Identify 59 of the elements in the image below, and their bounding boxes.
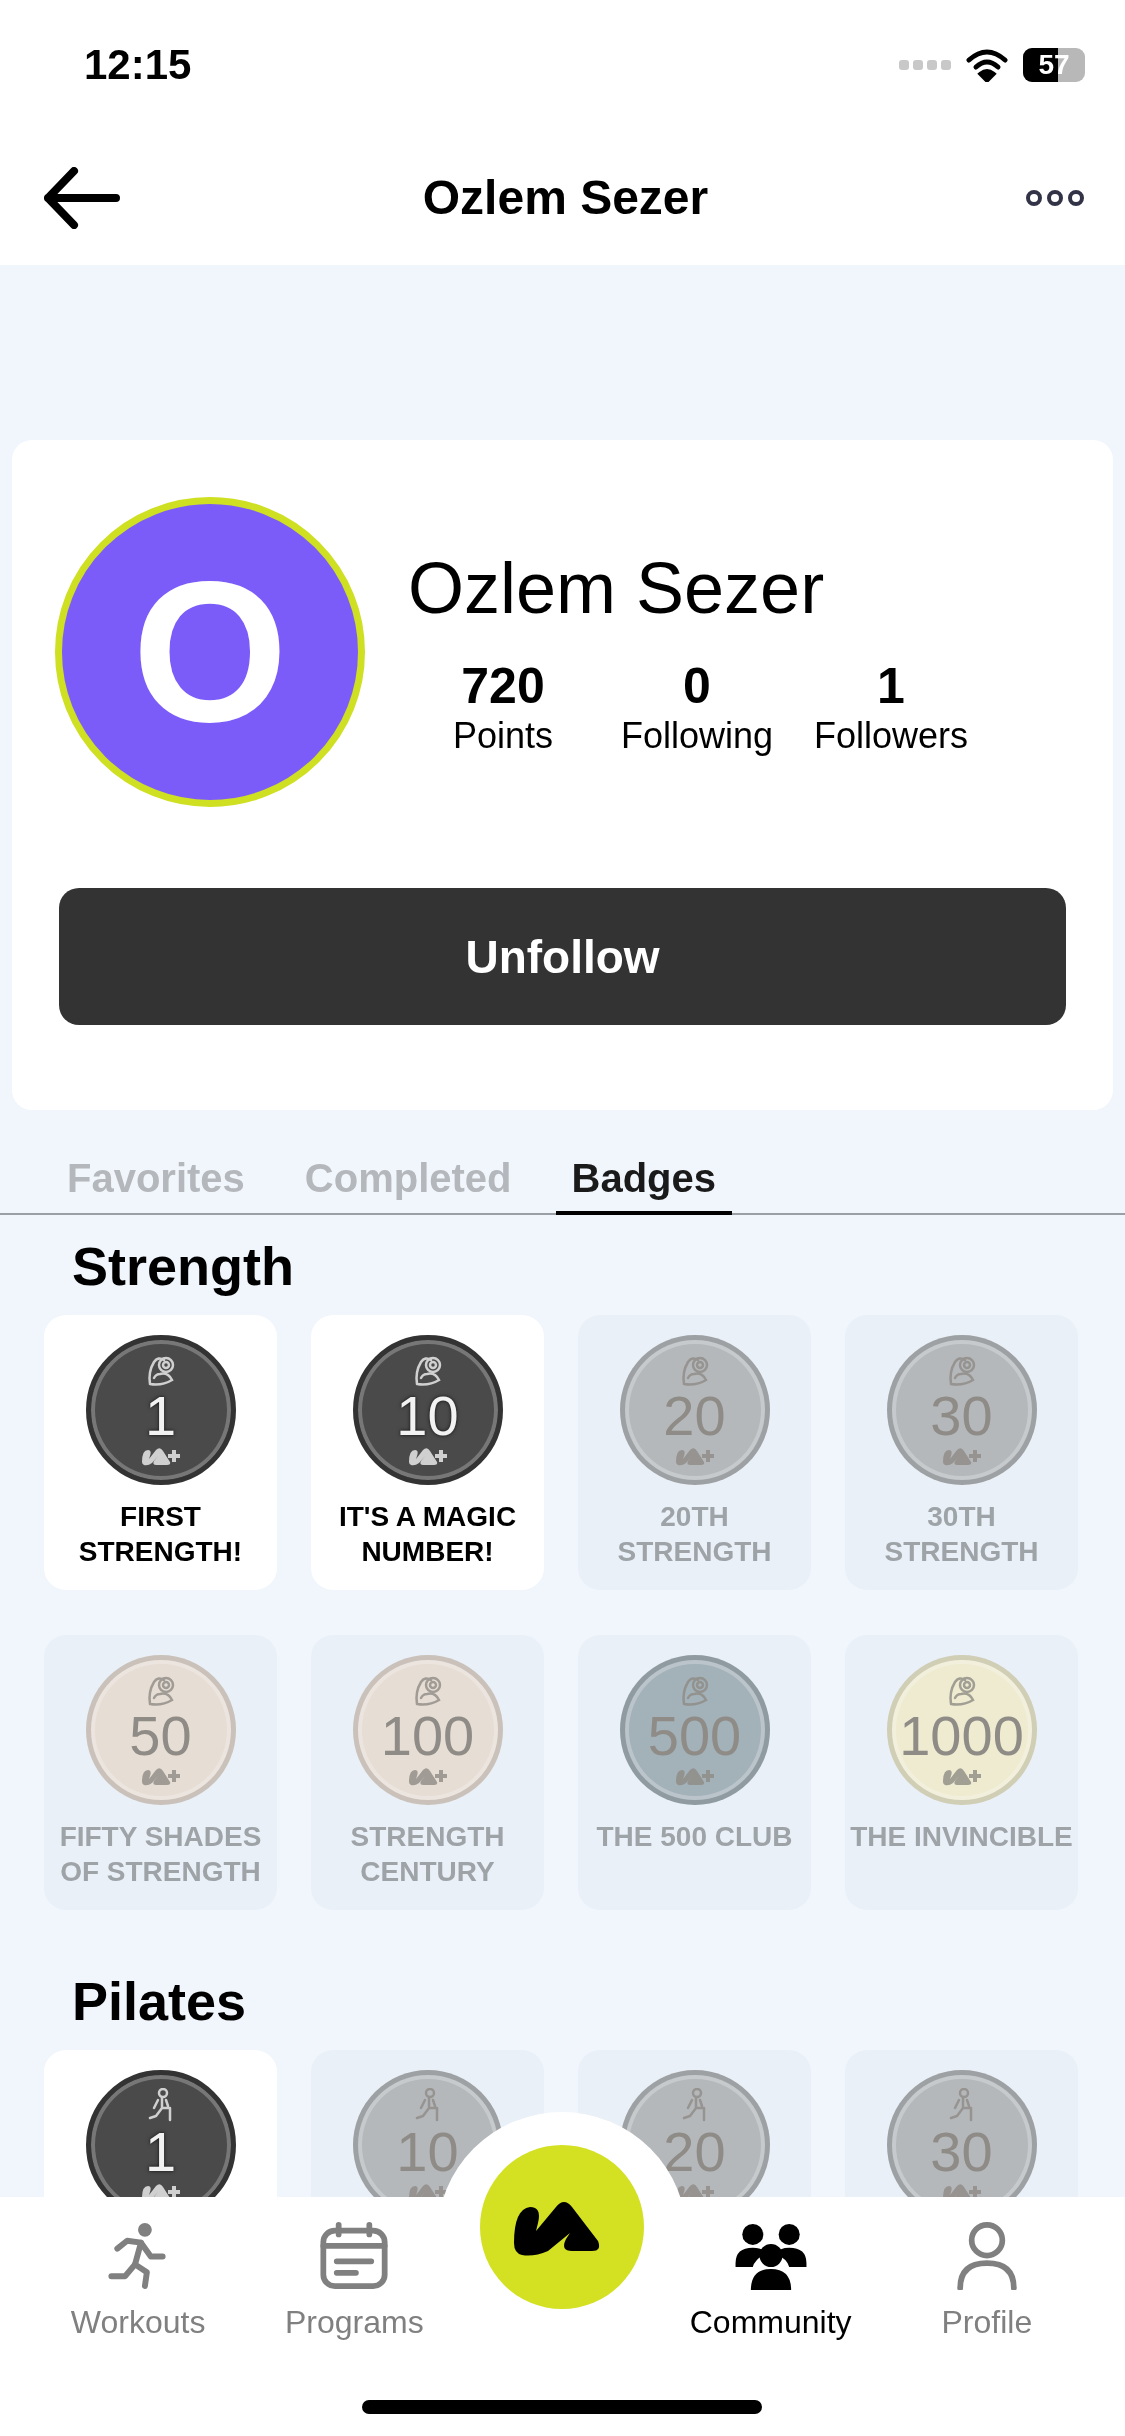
logo-icon (139, 2182, 182, 2197)
stat-value: 0 (683, 657, 711, 715)
nav-tab[interactable]: Programs (246, 2221, 463, 2341)
lunge-icon (147, 2088, 174, 2124)
logo-icon (940, 1766, 983, 1786)
stat-value: 1 (877, 657, 905, 715)
unfollow-button[interactable]: Unfollow (59, 888, 1066, 1025)
badge-number: 1 (144, 2124, 177, 2180)
logo-icon (406, 1766, 449, 1786)
more-button[interactable] (1025, 188, 1085, 207)
logo-icon (139, 1446, 182, 1466)
badge-card[interactable]: 1 (44, 2050, 277, 2197)
lunge-icon (681, 2088, 708, 2124)
page-title: Ozlem Sezer (421, 170, 710, 225)
back-button[interactable] (44, 166, 120, 229)
calendar-icon (318, 2221, 391, 2290)
badge-card[interactable]: 1 FIRST STRENGTH! (44, 1315, 277, 1590)
logo-icon (406, 1446, 449, 1466)
tab[interactable]: Favorites (51, 1150, 261, 1215)
badge-number: 1000 (899, 1708, 1024, 1764)
wifi-icon (965, 48, 1009, 82)
lunge-icon (948, 2088, 975, 2124)
tab[interactable]: Completed (288, 1150, 528, 1215)
status-time: 12:15 (84, 41, 192, 89)
section-title: Strength (71, 1235, 295, 1298)
badge-card[interactable]: 50 FIFTY SHADES OF STRENGTH (44, 1635, 277, 1910)
logo-icon (139, 1766, 182, 1786)
badge-label: FIFTY SHADES OF STRENGTH (58, 1820, 263, 1889)
badge-number: 50 (129, 1708, 192, 1764)
nav-tab[interactable]: Profile (878, 2221, 1095, 2341)
badge-label: THE INVINCIBLE (849, 1820, 1074, 1854)
nav-tab[interactable]: Community (662, 2221, 879, 2341)
logo-icon (940, 1446, 983, 1466)
stat-label: Points (452, 715, 554, 757)
nav-tab[interactable]: Workouts (30, 2221, 247, 2341)
badge-number: 10 (396, 1388, 459, 1444)
badge-label: 30TH STRENGTH (883, 1500, 1040, 1569)
badge-label: IT'S A MAGIC NUMBER! (337, 1500, 518, 1569)
badge-number: 100 (380, 1708, 475, 1764)
logo-icon (940, 2182, 983, 2197)
logo-icon (673, 1446, 716, 1466)
profile-name: Ozlem Sezer (408, 547, 826, 629)
badge-label: THE 500 CLUB (595, 1820, 794, 1854)
stat-label: Followers (813, 715, 968, 757)
badge-card[interactable]: 1000 THE INVINCIBLE (845, 1635, 1078, 1910)
badge-card[interactable]: 100 STRENGTH CENTURY (311, 1635, 544, 1910)
lunge-icon (414, 2088, 441, 2124)
badge-card[interactable]: 10 IT'S A MAGIC NUMBER! (311, 1315, 544, 1590)
stat-value: 720 (461, 657, 545, 715)
signal-icon (899, 59, 951, 71)
logo-icon (673, 1766, 716, 1786)
badge-label: FIRST STRENGTH! (77, 1500, 244, 1569)
tab[interactable]: Badges (555, 1150, 733, 1215)
stat-label: Following (620, 715, 774, 757)
avatar: O (55, 497, 365, 807)
section-title: Pilates (71, 1970, 248, 2033)
badge-number: 1 (144, 1388, 177, 1444)
badge-label: 20TH STRENGTH (616, 1500, 773, 1569)
badge-label: STRENGTH CENTURY (349, 1820, 506, 1889)
